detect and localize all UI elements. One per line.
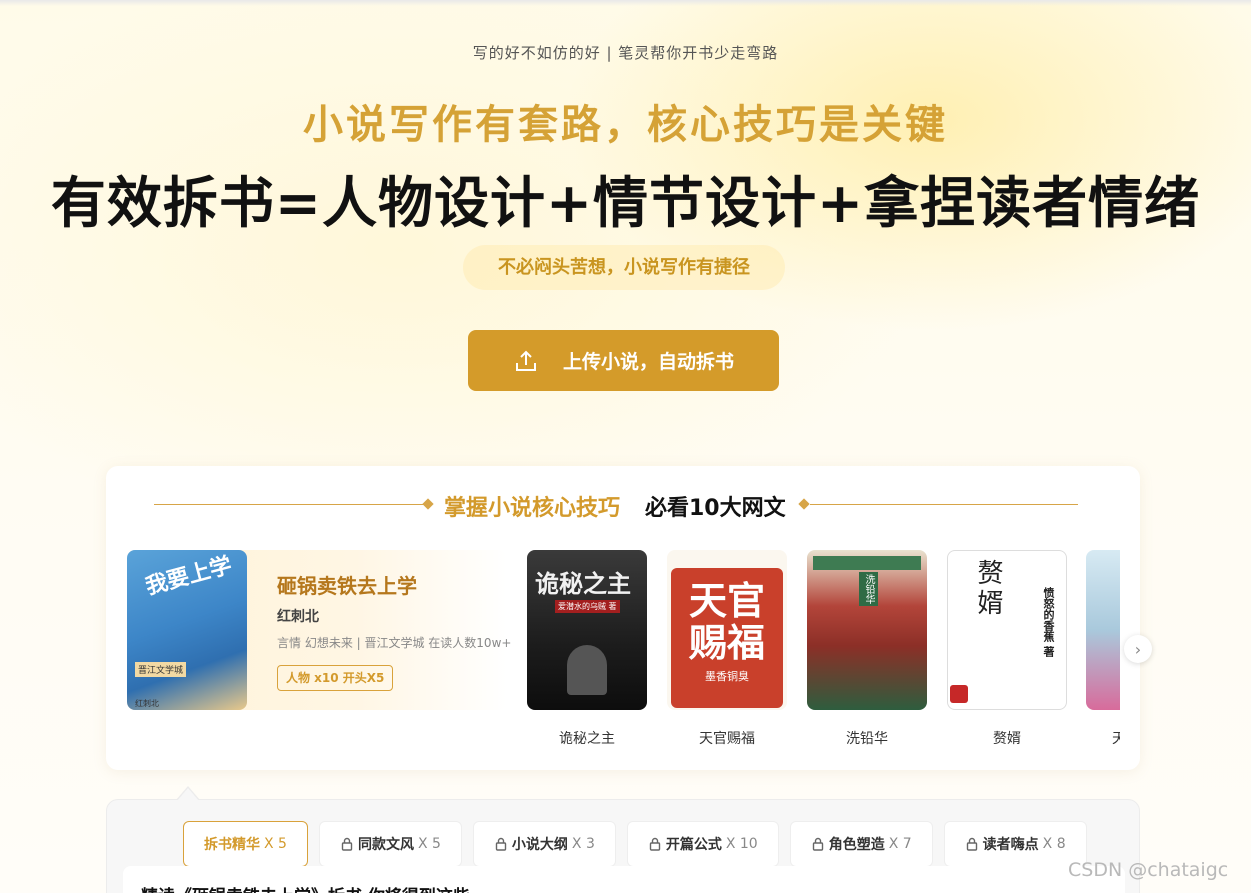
book-name: 诡秘之主: [559, 731, 615, 747]
tab-duzhe-haidian[interactable]: 读者嗨点 X 8: [943, 821, 1087, 867]
tab-tongkuan-wenfeng[interactable]: 同款文风 X 5: [318, 821, 462, 867]
book-name: 洗铅华: [846, 731, 888, 747]
lock-icon: [341, 837, 353, 851]
tab-count: X 3: [571, 836, 595, 852]
next-arrow-button[interactable]: ›: [1124, 635, 1152, 663]
book-item[interactable]: 天官赐福 墨香铜臭 天官赐福: [667, 550, 787, 748]
tab-label: 同款文风: [357, 837, 414, 853]
tab-count: X 8: [1042, 836, 1066, 852]
featured-book-title: 砸锅卖铁去上学: [277, 574, 417, 598]
tab-juese-suzao[interactable]: 角色塑造 X 7: [789, 821, 933, 867]
book-name: 赘婿: [993, 731, 1021, 747]
cover-author: 墨香铜臭: [705, 670, 749, 683]
book-name: 天官赐福: [699, 731, 755, 747]
tab-label: 开篇公式: [665, 837, 722, 853]
featured-book-cover: 我要上学 晋江文学城 红刺北: [127, 550, 247, 710]
cover-author: 红刺北: [135, 699, 159, 708]
upload-novel-button[interactable]: 上传小说，自动拆书: [468, 330, 779, 391]
tab-xiaoshuo-dagang[interactable]: 小说大纲 X 3: [472, 821, 616, 867]
tab-count: X 7: [888, 836, 912, 852]
lock-icon: [495, 837, 507, 851]
book-item[interactable]: 洗铅华 洗铅华: [807, 550, 927, 748]
watermark: CSDN @chataigc: [1068, 859, 1229, 881]
top-books-card: 掌握小说核心技巧 必看10大网文 我要上学 晋江文学城 红刺北 砸锅卖铁去上学 …: [106, 466, 1152, 770]
tab-count: X 10: [725, 836, 758, 852]
tab-label: 读者嗨点: [982, 837, 1039, 853]
tab-bar: 拆书精华 X 5 同款文风 X 5 小说大纲 X 3 开篇公式 X 10 角色塑…: [183, 821, 1087, 867]
book-item[interactable]: 诡秘之主 爱潜水的乌贼 著 诡秘之主: [527, 550, 647, 748]
tab-label: 拆书精华: [204, 837, 260, 853]
featured-book-tag: 人物 x10 开头X5: [277, 665, 394, 691]
section-divider-left: [154, 504, 426, 505]
tab-count: X 5: [264, 836, 287, 852]
book-cover: 天官赐福 墨香铜臭: [667, 550, 787, 710]
tab-chaishu-jinghua[interactable]: 拆书精华 X 5: [183, 821, 308, 867]
book-item[interactable]: 赘婿 愤怒的香蕉 著 赘婿: [947, 550, 1067, 748]
hero-formula: 有效拆书=人物设计+情节设计+拿捏读者情绪: [50, 171, 1201, 235]
cover-title: 我要上学: [143, 553, 235, 600]
hero-pill: 不必闷头苦想，小说写作有捷径: [463, 245, 785, 290]
featured-book[interactable]: 我要上学 晋江文学城 红刺北 砸锅卖铁去上学 红刺北 言情 幻想未来 | 晋江文…: [127, 550, 511, 710]
featured-book-meta: 言情 幻想未来 | 晋江文学城 在读人数10w+: [277, 636, 512, 650]
book-name: 天: [1112, 731, 1120, 747]
section-divider-right: [810, 504, 1078, 505]
featured-book-author: 红刺北: [277, 609, 319, 625]
panel-content-card: 精读《砸锅卖铁去上学》拆书 你将得到这些: [123, 866, 1125, 893]
diamond-icon: [422, 498, 434, 510]
panel-heading: 精读《砸锅卖铁去上学》拆书 你将得到这些: [141, 882, 470, 893]
upload-icon: [515, 350, 536, 371]
cover-author: 愤怒的香蕉 著: [1042, 587, 1055, 657]
tab-kaipian-gongshi[interactable]: 开篇公式 X 10: [626, 821, 779, 867]
lock-icon: [966, 837, 977, 851]
upload-label: 上传小说，自动拆书: [562, 351, 734, 373]
cover-badge: 晋江文学城: [135, 662, 187, 677]
book-cover: 赘婿 愤怒的香蕉 著: [947, 550, 1067, 710]
book-cover: 诡秘之主 爱潜水的乌贼 著: [527, 550, 647, 710]
book-cover: 洗铅华: [807, 550, 927, 710]
book-item-partial[interactable]: 天: [1086, 550, 1120, 750]
tab-count: X 5: [417, 836, 441, 852]
top-divider: [0, 0, 1251, 6]
tab-label: 角色塑造: [828, 837, 885, 853]
section-title-main: 必看10大网文: [645, 496, 786, 521]
chevron-right-icon: ›: [1134, 639, 1142, 659]
diamond-icon: [798, 498, 810, 510]
hero-headline: 小说写作有套路，核心技巧是关键: [303, 102, 948, 148]
hero-tagline: 写的好不如仿的好 | 笔灵帮你开书少走弯路: [472, 44, 779, 62]
lock-icon: [649, 837, 661, 851]
section-title-accent: 掌握小说核心技巧: [444, 496, 621, 521]
tab-label: 小说大纲: [511, 837, 568, 853]
cover-title: 赘婿: [973, 559, 1003, 619]
cover-author: 爱潜水的乌贼 著: [555, 600, 620, 613]
cover-title: 天官赐福: [688, 579, 765, 665]
cover-title: 诡秘之主: [535, 570, 631, 598]
lock-icon: [812, 837, 823, 851]
cover-title: 洗铅华: [859, 572, 878, 606]
